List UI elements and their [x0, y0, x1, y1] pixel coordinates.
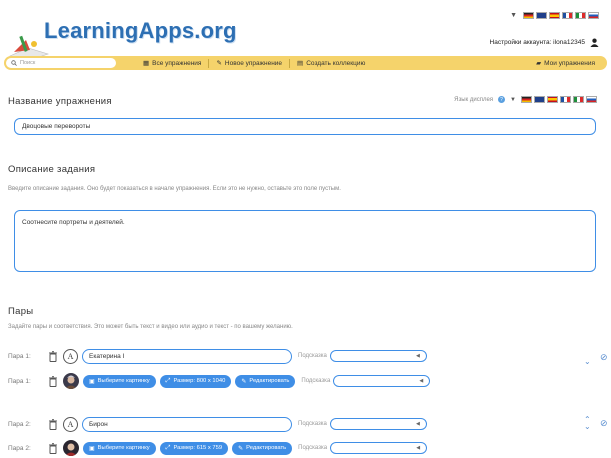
trash-icon[interactable] [48, 375, 58, 387]
search-placeholder: Поиск [20, 60, 36, 66]
link-icon[interactable]: ⊘ [600, 418, 608, 429]
pair-2-image-row: Пара 2: ▣ Выберите картинку ⤢ Размер: 61… [8, 439, 428, 457]
pair-label: Пара 1: [8, 352, 31, 360]
speaker-icon: ◀ [416, 445, 421, 451]
resize-label: Размер: 615 x 759 [173, 445, 223, 451]
nav-new-exercise-label: Новое упражнение [224, 59, 283, 67]
speaker-icon: ◀ [416, 353, 420, 359]
flag-de-icon[interactable] [521, 96, 532, 103]
resize-icon: ⤢ [165, 444, 171, 451]
hint-input[interactable]: ◀ [329, 350, 427, 362]
speaker-icon: ◀ [419, 378, 424, 384]
flag-en-icon[interactable] [534, 96, 545, 103]
flag-it-icon[interactable] [573, 96, 584, 103]
nav-my-exercises[interactable]: ▰ Мои упражнения [536, 59, 595, 68]
pair-label: Пара 2: [8, 420, 31, 428]
user-icon[interactable] [590, 38, 599, 47]
nav-my-exercises-label: Мои упражнения [544, 59, 595, 67]
account-settings[interactable]: Настройки аккаунта: ilona12345 [490, 38, 599, 47]
pair-1-image-row: Пара 1: ▣ Выберите картинку ⤢ Размер: 80… [8, 372, 431, 390]
choose-image-label: Выберите картинку [97, 378, 150, 384]
choose-image-button[interactable]: ▣ Выберите картинку [83, 374, 156, 388]
edit-label: Редактировать [246, 445, 287, 451]
chevron-down-icon[interactable]: ⌄ [584, 357, 591, 366]
pencil-icon: ✎ [216, 60, 222, 67]
help-icon[interactable]: ? [498, 96, 506, 103]
nav-create-collection[interactable]: ▤ Создать коллекцию [290, 59, 372, 68]
flag-it-icon[interactable] [575, 12, 586, 19]
task-description-hint: Введите описание задания. Оно будет пока… [8, 186, 341, 192]
hint-input[interactable]: ◀ [333, 375, 431, 387]
hint-input[interactable]: ◀ [330, 442, 428, 454]
text-type-icon[interactable]: A [63, 348, 78, 364]
edit-button[interactable]: ✎ Редактировать [235, 374, 296, 388]
exercise-title-heading: Название упражнения [8, 96, 112, 107]
collection-icon: ▤ [297, 60, 304, 67]
edit-icon: ✎ [238, 445, 244, 452]
pair-label: Пара 2: [8, 444, 31, 452]
text-type-icon[interactable]: A [63, 416, 78, 432]
speaker-icon: ◀ [416, 421, 420, 427]
flag-es-icon[interactable] [547, 96, 558, 103]
trash-icon[interactable] [48, 442, 58, 454]
search-input[interactable]: Поиск [6, 58, 116, 68]
resize-label: Размер: 800 x 1040 [173, 378, 226, 384]
task-description-textarea[interactable]: Соотнесите портреты и деятелей. [14, 210, 596, 272]
choose-image-button[interactable]: ▣ Выберите картинку [83, 441, 156, 455]
nav-all-exercises[interactable]: ▦ Все упражнения [136, 59, 208, 68]
pairs-heading: Пары [8, 306, 34, 317]
grid-icon: ▦ [143, 60, 150, 67]
flag-ru-icon[interactable] [586, 96, 597, 103]
image-icon: ▣ [89, 378, 95, 385]
hint-label: Подсказка [298, 445, 328, 451]
pair-label: Пара 1: [8, 377, 31, 385]
hint-label: Подсказка [298, 353, 327, 359]
hint-label: Подсказка [298, 421, 327, 427]
search-icon [11, 60, 17, 66]
account-settings-label[interactable]: Настройки аккаунта: ilona12345 [490, 39, 585, 46]
portrait-thumbnail [63, 373, 79, 389]
flag-ru-icon[interactable] [588, 12, 599, 19]
chevron-down-icon[interactable]: ▼ [510, 97, 516, 103]
resize-button[interactable]: ⤢ Размер: 800 x 1040 [159, 374, 232, 388]
pair-text-input[interactable]: Екатерина I [82, 348, 292, 364]
main-navbar: Поиск ▦ Все упражнения ✎ Новое упражнени… [4, 56, 607, 70]
display-language-label: Язык дисплея [454, 96, 494, 103]
pair-2-text-row: Пара 2: A Бирон Подсказка ◀ [8, 415, 427, 433]
link-icon[interactable]: ⊘ [600, 352, 608, 363]
hint-input[interactable]: ◀ [329, 418, 427, 430]
chevron-down-icon[interactable]: ▼ [510, 12, 517, 19]
language-selector-top[interactable]: ▼ [510, 12, 599, 19]
folder-icon: ▰ [536, 60, 542, 67]
pairs-hint: Задайте пары и соответствия. Это может б… [8, 324, 293, 330]
flag-de-icon[interactable] [523, 12, 534, 19]
portrait-thumbnail [63, 440, 79, 456]
nav-all-exercises-label: Все упражнения [152, 59, 202, 67]
resize-icon: ⤢ [165, 377, 171, 384]
flag-fr-icon[interactable] [562, 12, 573, 19]
pair-1-text-row: Пара 1: A Екатерина I Подсказка ◀ [8, 347, 427, 365]
image-icon: ▣ [89, 445, 95, 452]
task-description-heading: Описание задания [8, 164, 96, 175]
nav-new-exercise[interactable]: ✎ Новое упражнение [209, 59, 289, 68]
edit-icon: ✎ [241, 378, 247, 385]
reorder-arrows-icon[interactable]: ⌃ ⌄ [584, 416, 591, 431]
display-language-selector[interactable]: Язык дисплея ? ▼ [454, 96, 597, 103]
nav-create-collection-label: Создать коллекцию [306, 59, 366, 67]
choose-image-label: Выберите картинку [97, 445, 150, 451]
flag-en-icon[interactable] [536, 12, 547, 19]
trash-icon[interactable] [48, 350, 58, 362]
flag-es-icon[interactable] [549, 12, 560, 19]
trash-icon[interactable] [48, 418, 58, 430]
edit-button[interactable]: ✎ Редактировать [232, 441, 293, 455]
pair-text-input[interactable]: Бирон [82, 416, 292, 432]
exercise-title-input[interactable]: Двоцовые перевороты [14, 118, 596, 135]
logo[interactable]: LearningApps.org [8, 8, 236, 60]
flag-fr-icon[interactable] [560, 96, 571, 103]
resize-button[interactable]: ⤢ Размер: 615 x 759 [159, 441, 229, 455]
edit-label: Редактировать [249, 378, 290, 384]
hint-label: Подсказка [301, 378, 331, 384]
logo-title: LearningApps.org [44, 18, 237, 43]
